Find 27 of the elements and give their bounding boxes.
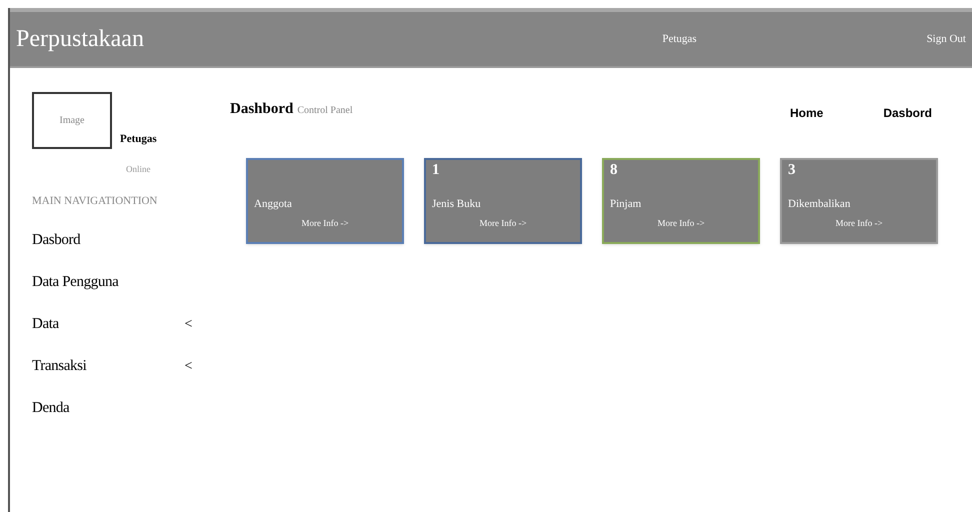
card-count: 3 [788, 161, 796, 180]
section-heading: MAIN NAVIGATIONTION [32, 194, 158, 208]
more-info-link[interactable]: More Info -> [301, 216, 349, 230]
nav-item[interactable]: Data Pengguna [32, 261, 192, 303]
page-title: Dashbord [230, 100, 294, 119]
breadcrumb-link[interactable]: Home [790, 104, 824, 122]
page-subtitle: Control Panel [297, 104, 353, 118]
image-label: Image [60, 114, 84, 128]
user-link[interactable]: Petugas [662, 30, 697, 48]
card-label: Jenis Buku [432, 197, 482, 212]
card-label: Anggota [254, 197, 293, 212]
nav-item[interactable]: Denda [32, 387, 192, 429]
user-status: Online [126, 163, 152, 176]
card-count: 8 [610, 161, 618, 180]
more-info-link[interactable]: More Info -> [835, 216, 883, 230]
card-count: 1 [432, 161, 440, 180]
user-name: Petugas [120, 132, 157, 146]
card-label: Dikembalikan [788, 197, 852, 212]
breadcrumb-link[interactable]: Dasbord [883, 104, 932, 122]
nav-item[interactable]: Transaksi < [32, 345, 192, 387]
more-info-link[interactable]: More Info -> [479, 216, 527, 230]
app-title: Perpustakaan [16, 25, 145, 54]
more-info-link[interactable]: More Info -> [657, 216, 705, 230]
nav-item[interactable]: Data < [32, 303, 192, 345]
sign-out-link[interactable]: Sign Out [926, 30, 966, 48]
card-label: Pinjam [610, 197, 642, 212]
nav-item[interactable]: Dasbord [32, 219, 192, 261]
